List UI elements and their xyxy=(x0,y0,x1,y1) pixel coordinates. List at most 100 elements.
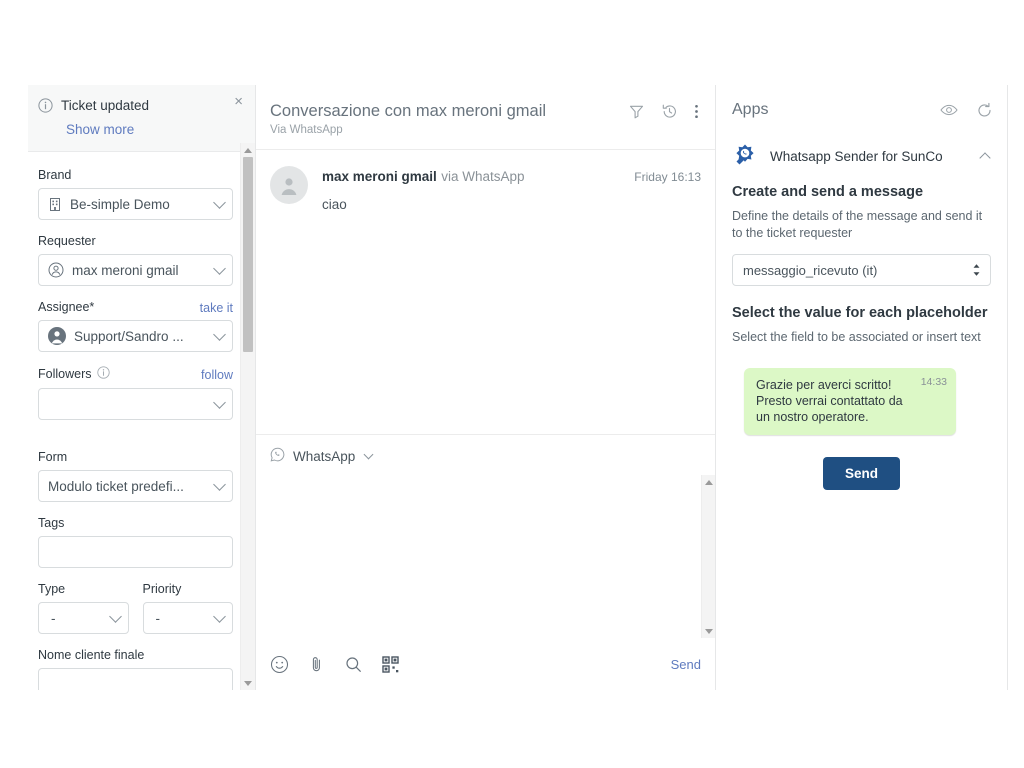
field-form: Form Modulo ticket predefi... xyxy=(38,450,233,502)
ticket-workspace: Ticket updated Show more × Brand Be-simp… xyxy=(28,85,1008,690)
channel-bar: WhatsApp xyxy=(256,435,715,475)
info-icon[interactable] xyxy=(96,366,110,383)
placeholder-heading: Select the value for each placeholder xyxy=(732,305,988,321)
placeholder-description: Select the field to be associated or ins… xyxy=(732,330,981,344)
message-via: via WhatsApp xyxy=(441,169,525,184)
field-tags: Tags xyxy=(38,516,233,568)
avatar xyxy=(270,166,308,204)
field-label-priority: Priority xyxy=(142,582,182,596)
field-label-followers: Followers xyxy=(38,366,110,383)
message-author: max meroni gmail xyxy=(322,169,437,184)
message-input[interactable] xyxy=(256,475,715,638)
search-icon[interactable] xyxy=(344,655,363,674)
user-filled-icon xyxy=(48,327,66,345)
chevron-down-icon xyxy=(213,610,226,623)
field-assignee: Assignee* take it Support/Sandro ... xyxy=(38,300,233,352)
scroll-up-arrow-icon[interactable] xyxy=(702,475,715,489)
create-message-heading: Create and send a message xyxy=(732,184,924,200)
field-brand: Brand Be-simple Demo xyxy=(38,168,233,220)
apps-panel: Apps Whatsapp Sender for SunCo Create an… xyxy=(716,85,1008,690)
field-label-form: Form xyxy=(38,450,68,464)
message-item: max meroni gmail via WhatsApp Friday 16:… xyxy=(270,166,701,212)
message-text: ciao xyxy=(322,197,347,212)
field-label-tags: Tags xyxy=(38,516,65,530)
scroll-down-arrow-icon[interactable] xyxy=(702,624,715,638)
scrollbar-thumb[interactable] xyxy=(243,157,253,352)
send-message-link[interactable]: Send xyxy=(671,657,701,672)
building-icon xyxy=(48,197,62,212)
field-nome-cliente-finale: Nome cliente finale xyxy=(38,648,233,690)
priority-select[interactable]: - xyxy=(142,602,233,634)
filter-icon[interactable] xyxy=(628,103,645,120)
requester-select[interactable]: max meroni gmail xyxy=(38,254,233,286)
whatsapp-icon xyxy=(270,447,285,465)
template-select[interactable]: messaggio_ricevuto (it) xyxy=(732,254,991,286)
field-followers: Followers follow xyxy=(38,366,233,420)
field-label-type: Type xyxy=(38,582,66,596)
field-label-brand: Brand xyxy=(38,168,72,182)
followers-select[interactable] xyxy=(38,388,233,420)
app-name: Whatsapp Sender for SunCo xyxy=(770,148,943,164)
composer-scrollbar[interactable] xyxy=(701,475,715,638)
chevron-down-icon xyxy=(108,610,122,623)
scroll-up-arrow-icon[interactable] xyxy=(241,143,255,157)
apps-header: Apps xyxy=(716,85,1007,133)
form-value: Modulo ticket predefi... xyxy=(48,478,184,494)
whatsapp-sender-logo-icon xyxy=(732,143,758,169)
emoji-icon[interactable] xyxy=(270,655,289,674)
field-type: Type - xyxy=(38,582,129,634)
assignee-value: Support/Sandro ... xyxy=(74,328,184,344)
more-vertical-icon[interactable] xyxy=(694,103,699,120)
refresh-icon[interactable] xyxy=(976,102,993,119)
tags-input[interactable] xyxy=(38,536,233,568)
follow-link[interactable]: follow xyxy=(201,368,233,382)
chevron-down-icon xyxy=(213,478,226,491)
page-title: Conversazione con max meroni gmail xyxy=(270,102,547,120)
conversation-pane: Conversazione con max meroni gmail Via W… xyxy=(256,85,716,690)
conversation-channel-label: Via WhatsApp xyxy=(270,124,343,136)
assignee-select[interactable]: Support/Sandro ... xyxy=(38,320,233,352)
message-timestamp: Friday 16:13 xyxy=(634,170,701,184)
field-label-assignee: Assignee* xyxy=(38,300,95,314)
field-label-nome-cliente-finale: Nome cliente finale xyxy=(38,648,145,662)
type-value: - xyxy=(51,610,56,626)
preview-timestamp: 14:33 xyxy=(920,376,947,388)
field-priority: Priority - xyxy=(142,582,233,634)
close-icon[interactable]: × xyxy=(230,92,247,111)
macro-icon[interactable] xyxy=(381,655,400,674)
sidebar-fields: Brand Be-simple Demo Requester max meron… xyxy=(28,152,255,690)
form-select[interactable]: Modulo ticket predefi... xyxy=(38,470,233,502)
followers-label-text: Followers xyxy=(38,367,92,381)
user-outline-icon xyxy=(48,262,64,278)
banner-title: Ticket updated xyxy=(61,98,150,113)
app-content: Create and send a message Define the det… xyxy=(716,179,1007,490)
preview-bubble: 14:33 Grazie per averci scritto! Presto … xyxy=(744,368,956,435)
history-icon[interactable] xyxy=(661,103,678,120)
info-icon xyxy=(38,98,53,118)
priority-value: - xyxy=(155,610,161,626)
message-thread: max meroni gmail via WhatsApp Friday 16:… xyxy=(256,150,715,434)
eye-icon[interactable] xyxy=(940,103,958,117)
brand-select[interactable]: Be-simple Demo xyxy=(38,188,233,220)
chevron-up-icon[interactable] xyxy=(979,152,991,164)
channel-selector[interactable]: WhatsApp xyxy=(270,447,374,465)
nome-cliente-finale-input[interactable] xyxy=(38,668,233,690)
apps-title: Apps xyxy=(732,101,769,118)
app-header-whatsapp-sender[interactable]: Whatsapp Sender for SunCo xyxy=(716,133,1007,179)
message-composer: WhatsApp Send xyxy=(256,434,715,690)
chevron-down-icon xyxy=(213,328,226,341)
composer-toolbar: Send xyxy=(256,638,715,690)
send-button[interactable]: Send xyxy=(822,457,900,490)
create-message-description: Define the details of the message and se… xyxy=(732,209,983,240)
chevron-down-icon xyxy=(363,449,374,460)
sidebar-scrollbar[interactable] xyxy=(240,143,255,690)
scroll-down-arrow-icon[interactable] xyxy=(241,676,255,690)
field-requester: Requester max meroni gmail xyxy=(38,234,233,286)
show-more-link[interactable]: Show more xyxy=(66,122,231,137)
take-it-link[interactable]: take it xyxy=(200,301,233,315)
type-priority-row: Type - Priority - xyxy=(38,582,233,648)
type-select[interactable]: - xyxy=(38,602,129,634)
channel-label: WhatsApp xyxy=(293,448,356,464)
attachment-icon[interactable] xyxy=(307,655,326,674)
requester-value: max meroni gmail xyxy=(72,262,179,278)
